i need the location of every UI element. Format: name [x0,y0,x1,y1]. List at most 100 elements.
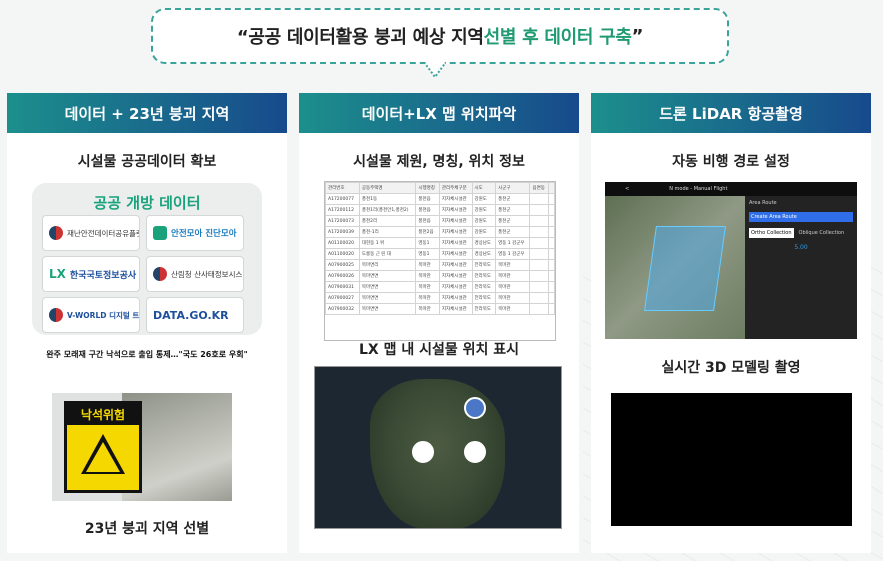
table-header-cell: 읍면동 [529,182,550,194]
ortho-tab[interactable]: Ortho Collection [749,228,794,238]
table-cell: 지자체시설관 [438,270,473,282]
table-cell: 전라북도 [471,270,497,282]
table-cell [548,281,555,293]
logo-forest-service: 산림청 산사태정보시스템 [146,256,244,292]
map-marker[interactable] [412,441,434,463]
drone-flight-app: < N mode - Manual Flight Area Route Crea… [605,182,857,339]
flight-area-polygon[interactable] [644,226,726,311]
table-cell: 풍천1리(풍천안1,풍천2) [358,204,417,216]
table-cell: 전라북도 [471,303,497,315]
table-row: A17200073 풍천2리 풍천읍 지자체시설관 강원도 풍천군 [325,215,555,227]
table-row: A01100020 도롱동 근 린 대 영동1 지자체시설관 경상남도 영동 1 감군우 [325,248,555,260]
taegeuk-icon [49,226,63,240]
table-cell: 목마관 [495,281,531,293]
table-row: A07900026 목마면면 목마관 지자체시설관 전라북도 목마관 [325,270,555,282]
table-cell: 영동 1 감군우 [495,237,531,249]
table-cell [548,204,555,216]
panel-footer: 실시간 3D 모델링 촬영 [661,360,801,376]
taegeuk-icon [49,308,63,322]
table-header-cell: 공동주택명 [358,182,417,194]
map-marker[interactable] [464,397,486,419]
panel-subtitle: 시설물 제원, 명칭, 위치 정보 [353,154,525,170]
table-cell: 대현동 1 위 [358,237,417,249]
back-icon[interactable]: < [625,186,629,192]
facility-table: 관리번호 공동주택명 시행명칭 관리주체구분 시도 시군구 읍면동 A17200077 풍천1동… [324,181,556,341]
facility-table-grid: 관리번호 공동주택명 시행명칭 관리주체구분 시도 시군구 읍면동 A17200077 풍천1동… [325,182,555,315]
table-cell: 목마관 [415,303,440,315]
taegeuk-icon [153,267,167,281]
table-cell [548,215,555,227]
drone-settings: Area Route Create Area Route Ortho Colle… [745,196,857,339]
headline-highlight: 선별 후 데이터 구축 [483,27,632,48]
table-cell: A17200077 [325,193,360,205]
logo-data-go-kr: DATA.GO.KR [146,297,244,333]
table-cell: 지자체시설관 [438,204,473,216]
table-cell [529,292,550,304]
table-cell: A01100020 [325,237,360,249]
table-cell: A07900032 [325,303,360,315]
table-cell: 전라북도 [471,281,497,293]
table-cell: 풍천읍 [415,204,440,216]
table-cell: 목마면리 [358,259,417,271]
drone-map[interactable] [605,196,745,339]
table-cell: A17200039 [325,226,360,238]
news-image: 낙석위험 [52,393,232,501]
panel-header: 데이터 + 23년 붕괴 지역 [7,93,287,133]
panel-subtitle: 자동 비행 경로 설정 [672,154,790,170]
table-cell: 영동 1 감군우 [495,248,531,260]
table-cell [529,237,550,249]
table-header-cell [548,182,555,194]
modeling-video [611,393,852,526]
table-cell: 목마관 [495,270,531,282]
news-article: 완주 모래재 구간 낙석으로 출입 통제…"국도 26호로 우회" [27,349,267,360]
lx-map-view[interactable] [314,366,562,529]
table-cell [548,226,555,238]
create-route-button[interactable]: Create Area Route [749,212,853,222]
table-cell: 목마관 [415,259,440,271]
table-cell [529,204,550,216]
map-caption: LX 맵 내 시설물 위치 표시 [358,342,519,358]
table-cell: 목마관 [415,281,440,293]
table-cell: 전라북도 [471,259,497,271]
table-cell [529,215,550,227]
table-cell: 목마면면 [358,292,417,304]
table-cell: A17200073 [325,215,360,227]
table-cell: 풍천-1리 [358,226,417,238]
headline-close: ” [631,25,644,47]
table-cell: 지자체시설관 [438,248,473,260]
gsd-value[interactable]: 5.00 [749,244,853,251]
flight-mode: N mode - Manual Flight [669,186,728,192]
table-cell: 풍천군 [495,204,531,216]
logo-vworld: V-WORLD 디지털 트윈국토 [42,297,140,333]
table-row: A07900032 목마면면 목마관 지자체시설관 전라북도 목마관 [325,303,555,315]
table-header-cell: 시도 [471,182,497,194]
panel-header: 데이터+LX 맵 위치파악 [299,93,579,133]
table-cell: A01100020 [325,248,360,260]
oblique-tab[interactable]: Oblique Collection [797,228,847,238]
table-header-cell: 시군구 [495,182,531,194]
table-cell: 목마관 [495,259,531,271]
table-cell: 지자체시설관 [438,226,473,238]
table-cell: 지자체시설관 [438,193,473,205]
logo-lx: LX 한국국토정보공사 [42,256,140,292]
table-cell: A07900027 [325,292,360,304]
table-row: A07900027 목마면면 목마관 지자체시설관 전라북도 목마관 [325,292,555,304]
map-marker[interactable] [464,441,486,463]
panel-lx-map: 데이터+LX 맵 위치파악 시설물 제원, 명칭, 위치 정보 관리번호 공동주택… [299,93,579,553]
table-cell: 강원도 [471,204,497,216]
table-cell: 목마관 [495,303,531,315]
table-cell: 전라북도 [471,292,497,304]
panel-public-data: 데이터 + 23년 붕괴 지역 시설물 공공데이터 확보 공공 개방 데이터 재… [7,93,287,553]
table-cell: 풍천군 [495,215,531,227]
lx-mark-icon: LX [49,267,66,281]
panel-subtitle: 시설물 공공데이터 확보 [77,154,217,170]
table-row: A17200039 풍천-1리 풍천2읍 지자체시설관 강원도 풍천군 [325,226,555,238]
table-cell [529,226,550,238]
table-cell: 영동1 [415,248,440,260]
table-cell: 강원도 [471,193,497,205]
table-cell [529,248,550,260]
table-cell: 목마면면 [358,270,417,282]
drone-topbar: < N mode - Manual Flight [605,182,857,196]
table-cell [548,270,555,282]
open-data-box: 공공 개방 데이터 재난안전데이터공유플랫폼 안전모아 진단모아 LX한국국토정… [32,183,262,335]
